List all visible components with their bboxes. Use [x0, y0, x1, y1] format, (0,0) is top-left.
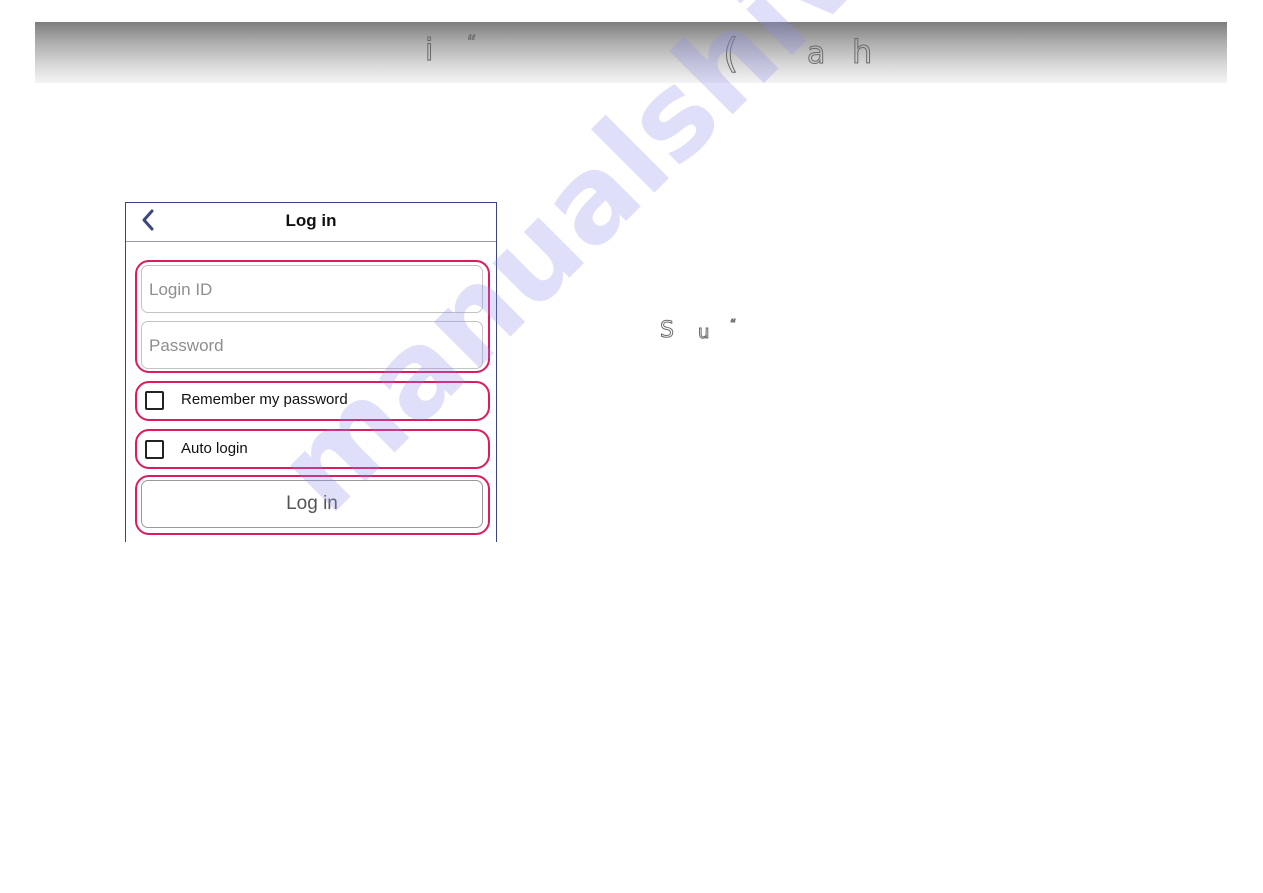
login-button[interactable]: Log in	[141, 480, 483, 528]
page-title: Log in	[285, 211, 337, 230]
header-glyph: (	[723, 31, 740, 77]
auto-login-checkbox[interactable]	[145, 440, 164, 459]
header-glyph: i	[424, 33, 434, 68]
body-glyph: u	[697, 322, 710, 343]
remember-password-option[interactable]: Remember my password	[141, 389, 481, 413]
body-glyph: “	[729, 317, 737, 331]
auto-login-label: Auto login	[181, 440, 248, 457]
nav-bar: Log in	[126, 203, 496, 242]
header-glyph: “	[466, 32, 477, 53]
header-glyph: h	[851, 33, 873, 71]
body-glyph: S	[660, 318, 675, 343]
remember-password-label: Remember my password	[181, 391, 348, 408]
remember-password-checkbox[interactable]	[145, 391, 164, 410]
login-id-field[interactable]: Login ID	[141, 265, 483, 313]
login-screen: Log in Login ID Password Remember my pas…	[125, 202, 497, 542]
auto-login-option[interactable]: Auto login	[141, 438, 481, 462]
body-glyphs: S u “	[660, 317, 760, 350]
page-header-bar: i “ ( a h	[35, 22, 1227, 83]
password-field[interactable]: Password	[141, 321, 483, 369]
header-glyph: a	[806, 36, 826, 71]
